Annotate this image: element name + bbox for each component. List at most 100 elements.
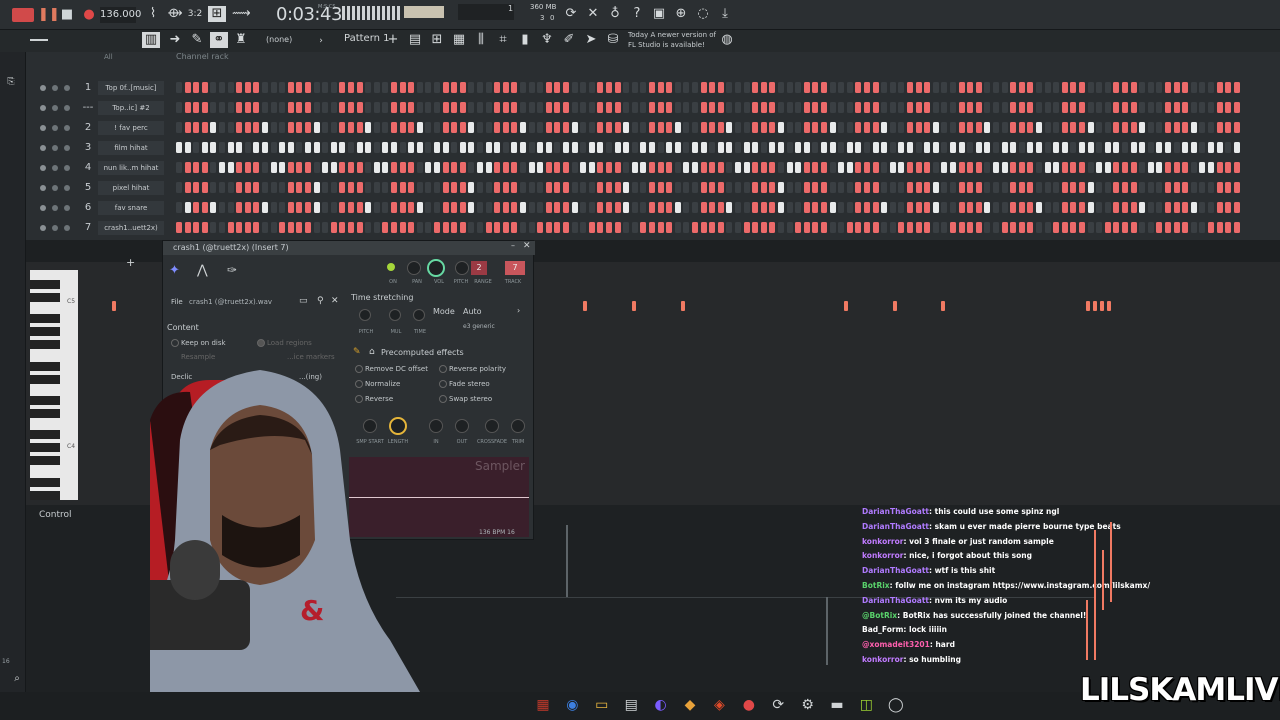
step-button[interactable] (631, 162, 638, 173)
step-button[interactable] (425, 82, 432, 93)
step-button[interactable] (838, 182, 845, 193)
step-button[interactable] (219, 122, 225, 133)
app-icon[interactable]: ▬ (828, 697, 846, 713)
step-button[interactable] (494, 102, 501, 113)
step-button[interactable] (821, 202, 827, 213)
step-button[interactable] (1036, 122, 1042, 133)
step-button[interactable] (778, 122, 784, 133)
step-button[interactable] (382, 102, 389, 113)
step-button[interactable] (700, 202, 707, 213)
step-button[interactable] (262, 162, 268, 173)
step-button[interactable] (322, 222, 329, 233)
step-button[interactable] (416, 162, 423, 173)
step-button[interactable] (657, 182, 664, 193)
sampler-knob[interactable] (429, 419, 443, 433)
step-button[interactable] (434, 202, 440, 213)
step-button[interactable] (305, 142, 311, 153)
step-button[interactable] (915, 122, 922, 133)
step-button[interactable] (950, 222, 956, 233)
step-button[interactable] (967, 162, 974, 173)
step-button[interactable] (709, 102, 716, 113)
step-button[interactable] (537, 182, 544, 193)
step-button[interactable] (459, 102, 466, 113)
step-button[interactable] (348, 142, 354, 153)
step-button[interactable] (348, 82, 354, 93)
steam-icon[interactable]: ⚙ (799, 697, 817, 713)
step-button[interactable] (545, 182, 552, 193)
step-button[interactable] (872, 162, 879, 173)
step-button[interactable] (631, 202, 638, 213)
step-button[interactable] (1018, 102, 1025, 113)
step-button[interactable] (674, 222, 681, 233)
stamp-icon[interactable]: ♜ (232, 32, 250, 48)
step-button[interactable] (958, 182, 965, 193)
step-button[interactable] (571, 202, 578, 213)
step-button[interactable] (700, 102, 707, 113)
step-button[interactable] (838, 82, 845, 93)
step-button[interactable] (898, 122, 905, 133)
step-button[interactable] (563, 162, 569, 173)
step-button[interactable] (1096, 162, 1103, 173)
select-dot[interactable] (64, 165, 70, 171)
step-button[interactable] (795, 82, 802, 93)
mute-led[interactable] (40, 145, 46, 151)
ts-time-knob[interactable] (413, 309, 425, 321)
step-button[interactable] (683, 222, 690, 233)
step-button[interactable] (537, 142, 544, 153)
step-button[interactable] (485, 122, 492, 133)
step-button[interactable] (244, 102, 251, 113)
step-button[interactable] (1147, 82, 1154, 93)
black-key[interactable] (30, 293, 60, 302)
step-button[interactable] (528, 182, 535, 193)
step-button[interactable] (1010, 142, 1017, 153)
step-button[interactable] (769, 82, 776, 93)
save-icon[interactable]: ▣ (650, 6, 668, 22)
step-button[interactable] (726, 142, 733, 153)
step-button[interactable] (425, 222, 432, 233)
step-button[interactable] (193, 142, 200, 153)
fl-studio-icon[interactable]: ◆ (681, 697, 699, 713)
step-button[interactable] (1061, 102, 1068, 113)
step-button[interactable] (1173, 222, 1180, 233)
step-button[interactable] (373, 122, 380, 133)
solo-dot[interactable] (52, 165, 58, 171)
step-button[interactable] (1061, 122, 1068, 133)
step-button[interactable] (270, 202, 277, 213)
step-button[interactable] (606, 222, 612, 233)
step-button[interactable] (812, 202, 819, 213)
step-button[interactable] (812, 142, 819, 153)
step-button[interactable] (812, 162, 819, 173)
step-button[interactable] (700, 222, 707, 233)
step-button[interactable] (631, 122, 638, 133)
step-button[interactable] (760, 182, 767, 193)
step-button[interactable] (683, 102, 690, 113)
layers-icon[interactable]: ◫ (857, 697, 875, 713)
step-button[interactable] (984, 182, 991, 193)
step-button[interactable] (554, 142, 561, 153)
step-button[interactable] (1018, 162, 1025, 173)
step-button[interactable] (1233, 182, 1240, 193)
step-button[interactable] (1001, 142, 1008, 153)
step-button[interactable] (795, 202, 802, 213)
step-button[interactable] (442, 202, 449, 213)
step-button[interactable] (313, 122, 320, 133)
step-button[interactable] (846, 222, 853, 233)
mixer-icon[interactable]: ✕ (584, 6, 602, 22)
step-button[interactable] (1190, 222, 1197, 233)
step-button[interactable] (1122, 162, 1128, 173)
step-button[interactable] (1061, 202, 1068, 213)
step-button[interactable] (296, 222, 303, 233)
step-button[interactable] (563, 202, 569, 213)
step-button[interactable] (855, 222, 862, 233)
step-button[interactable] (683, 142, 690, 153)
step-button[interactable] (1053, 162, 1060, 173)
step-button[interactable] (365, 102, 372, 113)
step-button[interactable] (1216, 142, 1223, 153)
step-button[interactable] (1087, 122, 1094, 133)
step-button[interactable] (838, 162, 845, 173)
step-button[interactable] (950, 102, 956, 113)
step-button[interactable] (184, 222, 191, 233)
pitch-knob[interactable] (455, 261, 469, 275)
channel-row[interactable]: 6 fav snare (26, 198, 1280, 218)
step-button[interactable] (434, 102, 440, 113)
